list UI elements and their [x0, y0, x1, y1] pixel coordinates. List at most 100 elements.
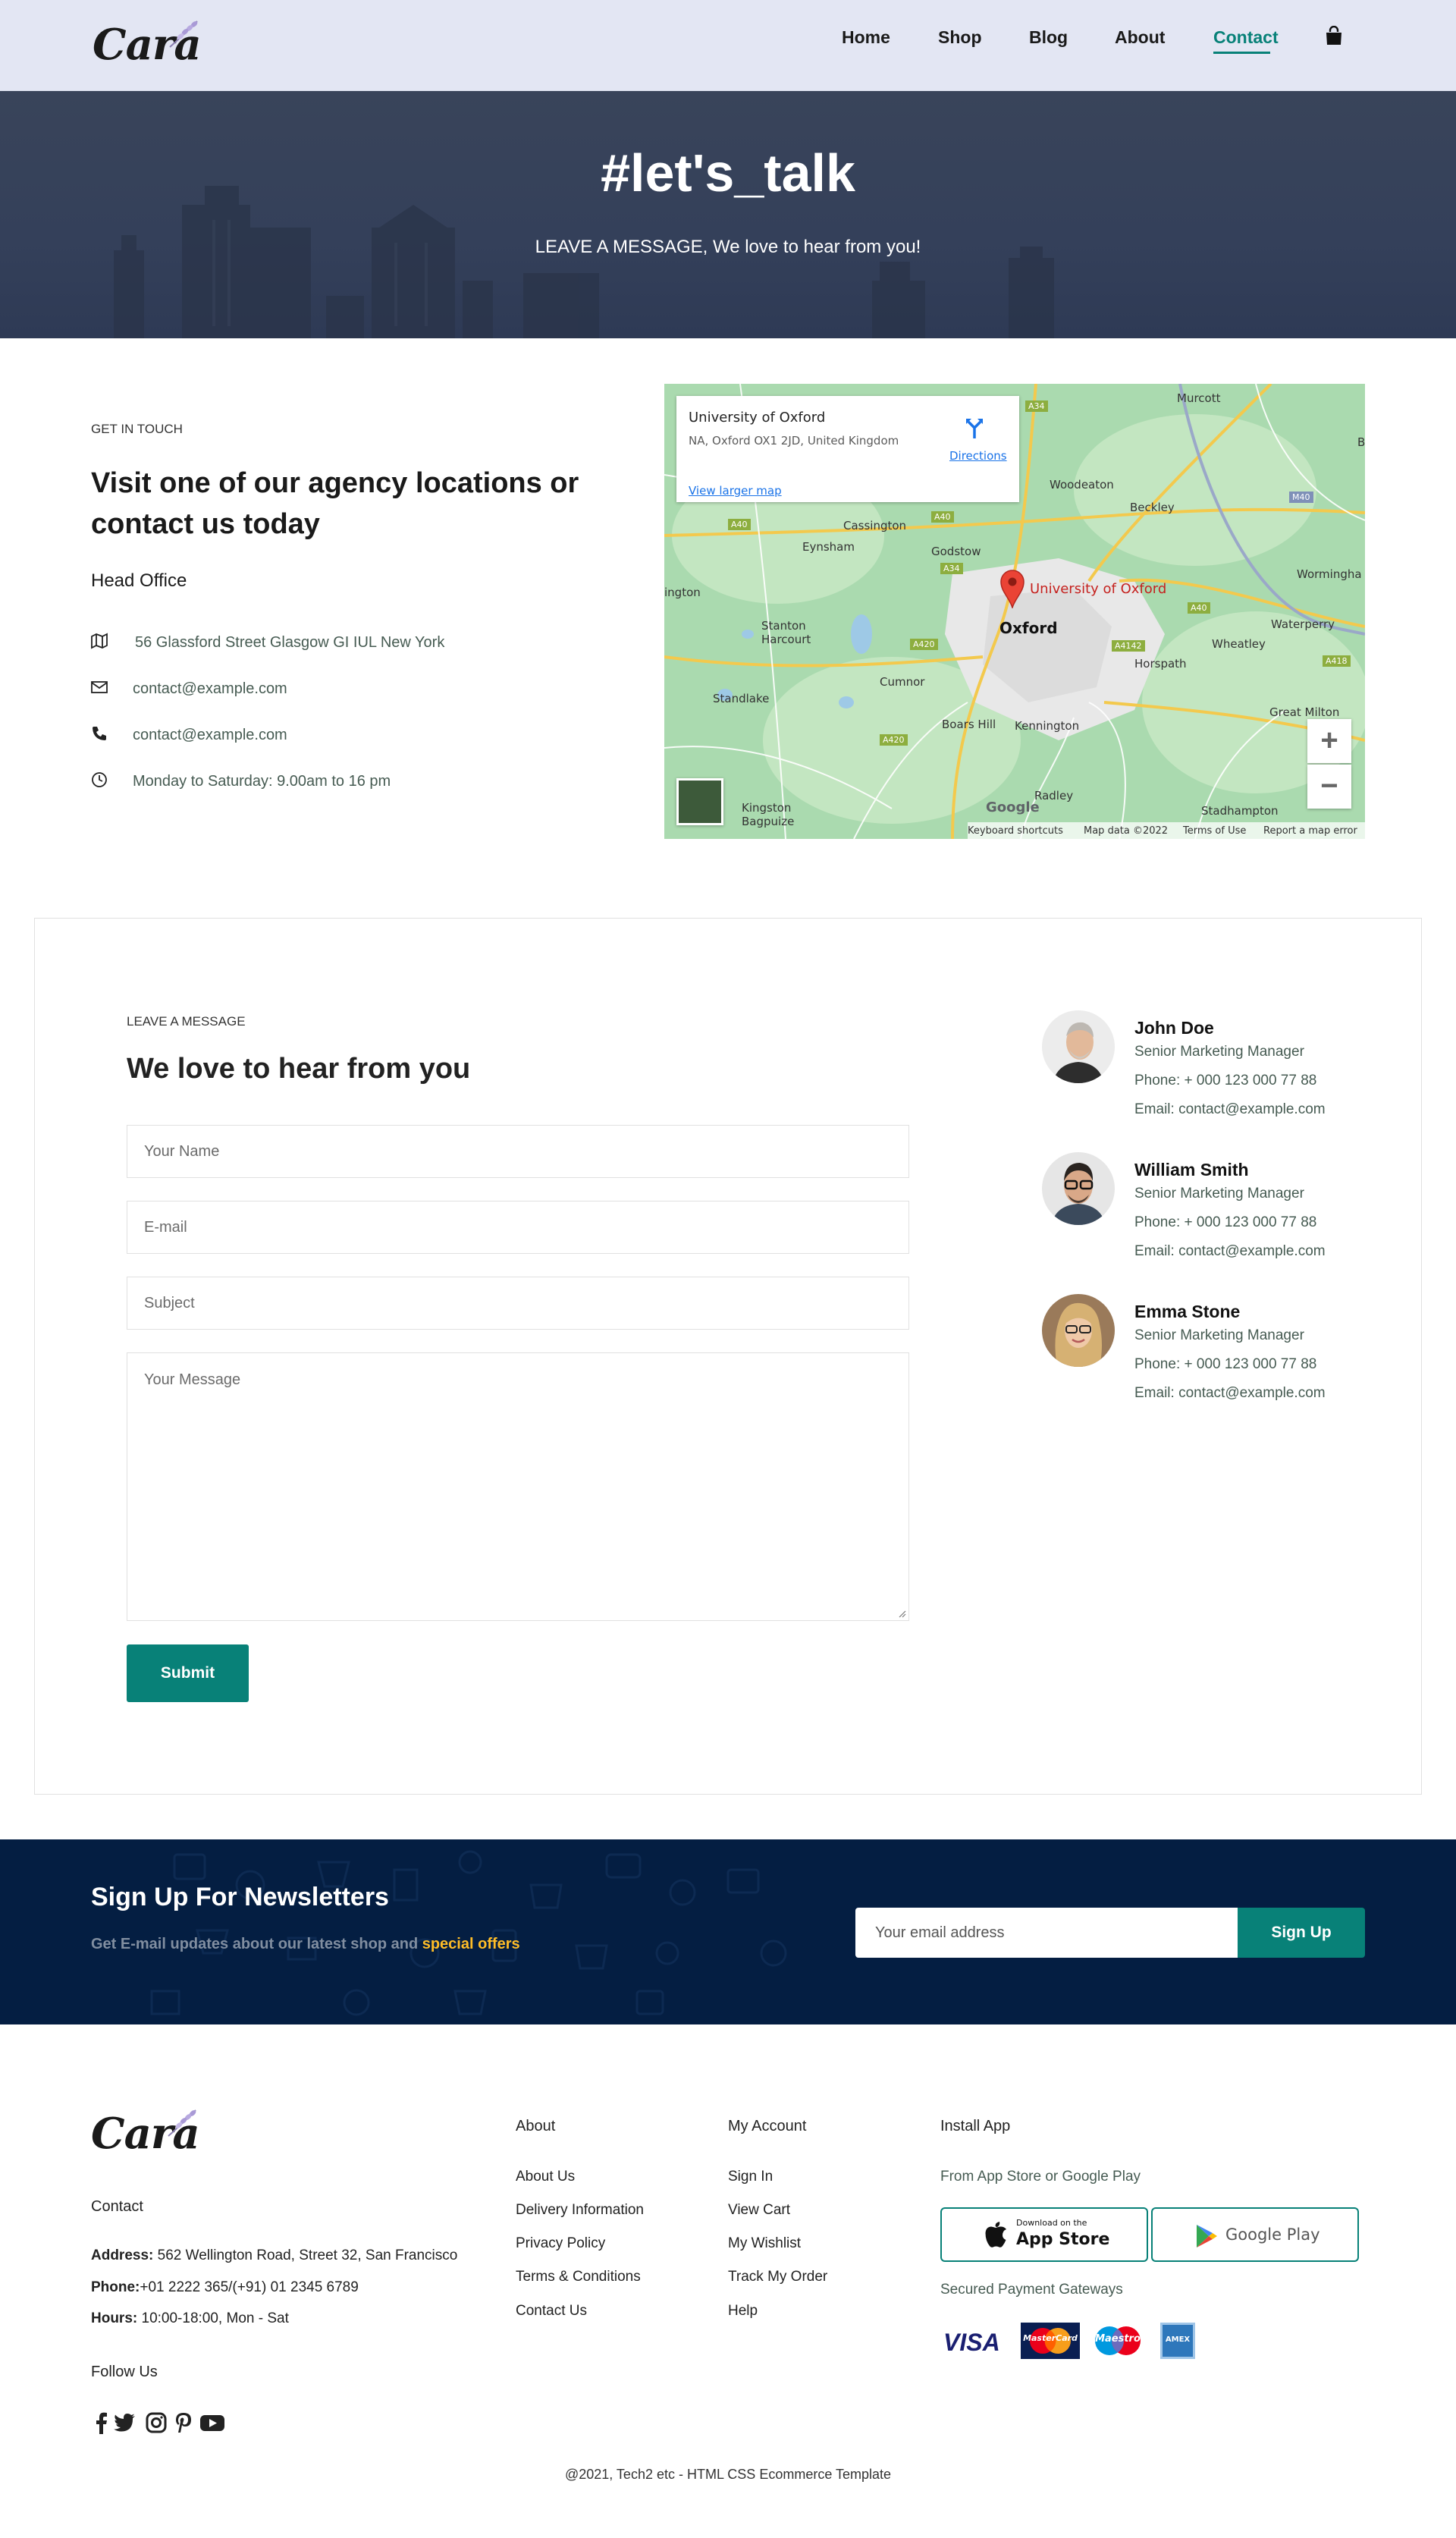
- email-field[interactable]: [127, 1201, 909, 1254]
- copyright-text: @2021, Tech2 etc - HTML CSS Ecommerce Te…: [564, 2467, 892, 2482]
- footer-account-heading: My Account: [728, 2118, 807, 2134]
- map-label: Stanton Harcourt: [761, 619, 811, 646]
- visa-text: VISA: [943, 2329, 1000, 2356]
- google-play-button[interactable]: Google Play: [1151, 2207, 1359, 2262]
- map-zoom-in-button[interactable]: +: [1307, 719, 1351, 763]
- phone-label: Phone:: [91, 2279, 140, 2295]
- nav-contact[interactable]: Contact: [1213, 27, 1279, 48]
- footer-link-delivery[interactable]: Delivery Information: [516, 2202, 644, 2219]
- google-map[interactable]: University of Oxford NA, Oxford OX1 2JD,…: [664, 384, 1365, 839]
- footer-logo[interactable]: Cara: [91, 2109, 200, 2159]
- app-store-button[interactable]: Download on the App Store: [940, 2207, 1148, 2262]
- map-label: Wormingha: [1297, 567, 1362, 581]
- mastercard-text: MasterCard: [1023, 2333, 1078, 2343]
- message-field[interactable]: [127, 1352, 909, 1621]
- map-label: Kennington: [1015, 719, 1080, 733]
- person-email: Email: contact@example.com: [1134, 1385, 1326, 1401]
- footer-link-privacy[interactable]: Privacy Policy: [516, 2235, 605, 2252]
- footer-link-about-us[interactable]: About Us: [516, 2169, 575, 2185]
- logo[interactable]: Cara: [93, 20, 202, 70]
- email-input[interactable]: [127, 1201, 908, 1253]
- subject-field[interactable]: [127, 1277, 909, 1330]
- map-label: Cassington: [843, 519, 907, 532]
- nav-shop[interactable]: Shop: [938, 27, 982, 48]
- nav-blog[interactable]: Blog: [1029, 27, 1068, 48]
- person-name: William Smith: [1134, 1160, 1249, 1179]
- details-eyebrow: GET IN TOUCH: [91, 422, 183, 436]
- map-satellite-toggle[interactable]: [676, 778, 723, 825]
- name-input[interactable]: [127, 1126, 908, 1177]
- person-name: Emma Stone: [1134, 1302, 1241, 1321]
- apple-icon: [985, 2222, 1006, 2247]
- footer-phone: Phone:+01 2222 365/(+91) 01 2345 6789: [91, 2279, 359, 2296]
- road-shield: A420: [880, 734, 908, 746]
- footer-link-wishlist[interactable]: My Wishlist: [728, 2235, 801, 2252]
- contact-person-card: John Doe Senior Marketing Manager Phone:…: [1042, 1010, 1391, 1132]
- contact-person-card: William Smith Senior Marketing Manager P…: [1042, 1152, 1391, 1274]
- map-label: Godstow: [931, 545, 981, 558]
- footer-link-view-cart[interactable]: View Cart: [728, 2202, 790, 2219]
- person-email: Email: contact@example.com: [1134, 1101, 1326, 1117]
- google-play-text: Google Play: [1225, 2225, 1320, 2244]
- footer-link-terms[interactable]: Terms & Conditions: [516, 2269, 641, 2285]
- city-skyline-illustration: [114, 186, 1054, 338]
- payments-text: Secured Payment Gateways: [940, 2282, 1123, 2298]
- name-field[interactable]: [127, 1125, 909, 1178]
- map-zoom-out-button[interactable]: −: [1307, 765, 1351, 809]
- facebook-icon[interactable]: [89, 2411, 114, 2435]
- map-pin-icon[interactable]: [999, 569, 1025, 608]
- road-shield: M40: [1289, 492, 1313, 503]
- resize-grip-icon[interactable]: [897, 1609, 906, 1618]
- person-role: Senior Marketing Manager: [1134, 1327, 1304, 1343]
- submit-button[interactable]: Submit: [127, 1644, 249, 1702]
- instagram-icon[interactable]: [144, 2411, 168, 2435]
- nav-home[interactable]: Home: [842, 27, 890, 48]
- nav-about[interactable]: About: [1115, 27, 1165, 48]
- nav-active-underline: [1213, 52, 1270, 54]
- newsletter-email-input[interactable]: [855, 1908, 1238, 1958]
- twitter-icon[interactable]: [112, 2411, 136, 2435]
- road-shield: A34: [940, 563, 963, 574]
- site-header: Cara Home Shop Blog About Contact: [0, 0, 1456, 91]
- app-store-text: App Store: [1016, 2230, 1110, 2249]
- road-shield: A40: [728, 519, 751, 530]
- map-report-error-link[interactable]: Report a map error: [1263, 825, 1357, 837]
- footer-about-heading: About: [516, 2118, 556, 2134]
- footer-link-contact[interactable]: Contact Us: [516, 2303, 587, 2320]
- map-label: Waterperry: [1271, 617, 1335, 631]
- avatar: [1042, 1152, 1115, 1225]
- person-phone: Phone: + 000 123 000 77 88: [1134, 1073, 1317, 1088]
- map-view-larger-link[interactable]: View larger map: [689, 484, 782, 498]
- map-label: Wheatley: [1212, 637, 1266, 651]
- phone-text: contact@example.com: [133, 727, 287, 743]
- map-label: Eynsham: [802, 540, 855, 554]
- footer-link-track-order[interactable]: Track My Order: [728, 2269, 827, 2285]
- hours-value: 10:00-18:00, Mon - Sat: [137, 2310, 289, 2326]
- footer-link-sign-in[interactable]: Sign In: [728, 2169, 773, 2185]
- amex-text: AMEX: [1165, 2335, 1191, 2344]
- subject-input[interactable]: [127, 1277, 908, 1329]
- map-directions-link[interactable]: Directions: [949, 449, 1007, 463]
- message-textarea[interactable]: [127, 1353, 908, 1620]
- footer-hours: Hours: 10:00-18:00, Mon - Sat: [91, 2310, 289, 2327]
- footer-link-help[interactable]: Help: [728, 2303, 758, 2320]
- map-data-credit: Map data ©2022: [1084, 825, 1169, 837]
- amex-logo: AMEX: [1160, 2323, 1195, 2359]
- road-shield: A34: [1025, 400, 1048, 412]
- follow-us-heading: Follow Us: [91, 2364, 158, 2380]
- newsletter-signup-button[interactable]: Sign Up: [1238, 1908, 1365, 1958]
- directions-icon[interactable]: [963, 417, 986, 440]
- shopping-bag-icon[interactable]: [1326, 26, 1342, 46]
- map-pin-label: University of Oxford: [1030, 581, 1167, 597]
- newsletter-text: Get E-mail updates about our latest shop…: [91, 1936, 520, 1953]
- head-office-label: Head Office: [91, 570, 187, 591]
- map-keyboard-shortcuts[interactable]: Keyboard shortcuts: [968, 825, 1063, 837]
- clock-icon: [92, 772, 107, 787]
- address-label: Address:: [91, 2247, 154, 2263]
- map-label: Standlake: [713, 692, 770, 705]
- pinterest-icon[interactable]: [171, 2411, 196, 2435]
- road-shield: A420: [910, 639, 938, 650]
- map-terms-link[interactable]: Terms of Use: [1183, 825, 1246, 837]
- map-label: Beckley: [1130, 501, 1175, 514]
- youtube-icon[interactable]: [199, 2411, 226, 2435]
